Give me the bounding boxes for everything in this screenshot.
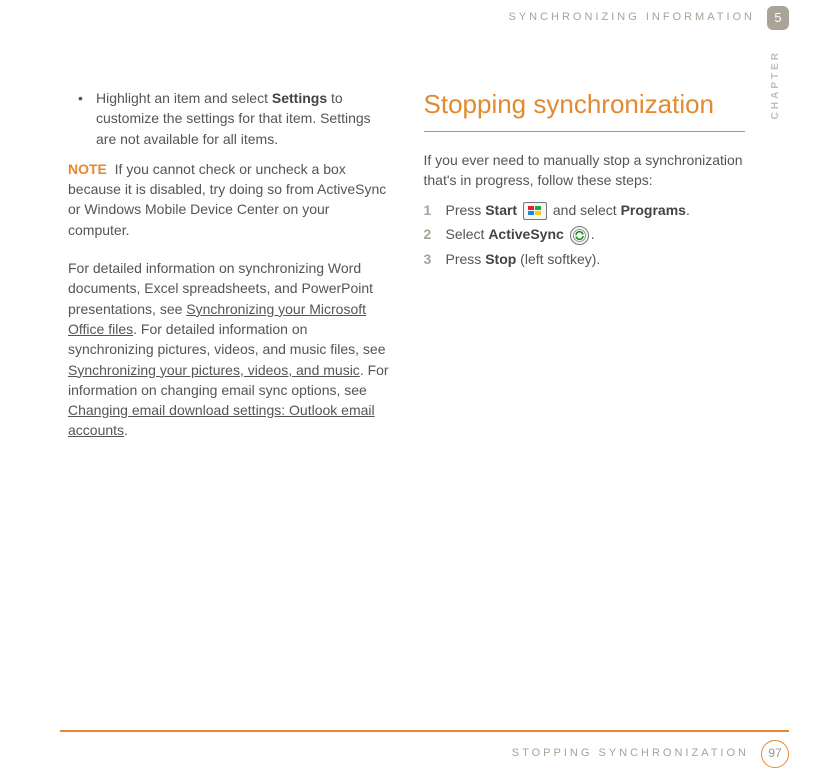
running-header: SYNCHRONIZING INFORMATION 5 xyxy=(508,6,789,30)
step3-a: Press xyxy=(446,251,486,267)
step2-a: Select xyxy=(446,226,489,242)
step1-d: Programs xyxy=(621,202,686,218)
footer-title: STOPPING SYNCHRONIZATION xyxy=(512,746,749,762)
bullet-pre: Highlight an item and select xyxy=(96,90,272,106)
page-footer: STOPPING SYNCHRONIZATION 97 xyxy=(0,730,825,768)
step-3: Press Stop (left softkey). xyxy=(424,249,746,269)
left-column: • Highlight an item and select Settings … xyxy=(68,88,390,451)
step1-a: Press xyxy=(446,202,486,218)
step1-b: Start xyxy=(485,202,517,218)
step3-c: (left softkey). xyxy=(516,251,600,267)
heading-rule xyxy=(424,131,746,132)
bullet-text: Highlight an item and select Settings to… xyxy=(96,88,390,149)
step-1: Press Start and select Programs. xyxy=(424,200,746,220)
step-2: Select ActiveSync . xyxy=(424,224,746,245)
crossref-end: . xyxy=(124,422,128,438)
footer-row: STOPPING SYNCHRONIZATION 97 xyxy=(0,740,825,768)
right-column: Stopping synchronization If you ever nee… xyxy=(424,88,746,451)
link-sync-media[interactable]: Synchronizing your pictures, videos, and… xyxy=(68,362,360,378)
running-title: SYNCHRONIZING INFORMATION xyxy=(508,10,755,26)
content-columns: • Highlight an item and select Settings … xyxy=(68,88,745,451)
note-label: NOTE xyxy=(68,161,107,177)
link-email-settings[interactable]: Changing email download settings: Outloo… xyxy=(68,402,375,438)
footer-rule xyxy=(60,730,789,732)
note-body: If you cannot check or uncheck a box bec… xyxy=(68,161,386,238)
intro-paragraph: If you ever need to manually stop a sync… xyxy=(424,150,746,191)
bullet-bold: Settings xyxy=(272,90,327,106)
bullet-icon: • xyxy=(78,88,96,149)
crossref-paragraph: For detailed information on synchronizin… xyxy=(68,258,390,441)
note-paragraph: NOTE If you cannot check or uncheck a bo… xyxy=(68,159,390,240)
section-heading: Stopping synchronization xyxy=(424,88,746,121)
page-number: 97 xyxy=(761,740,789,768)
step1-e: . xyxy=(686,202,690,218)
step2-b: ActiveSync xyxy=(488,226,563,242)
windows-start-icon xyxy=(523,202,547,220)
steps-list: Press Start and select Programs. Select … xyxy=(424,200,746,269)
bullet-item: • Highlight an item and select Settings … xyxy=(68,88,390,149)
step1-c: and select xyxy=(553,202,621,218)
activesync-icon xyxy=(570,226,589,245)
chapter-number-badge: 5 xyxy=(767,6,789,30)
step3-b: Stop xyxy=(485,251,516,267)
page: SYNCHRONIZING INFORMATION 5 CHAPTER • Hi… xyxy=(0,0,825,782)
chapter-label-vertical: CHAPTER xyxy=(769,50,784,119)
step2-c: . xyxy=(591,226,595,242)
